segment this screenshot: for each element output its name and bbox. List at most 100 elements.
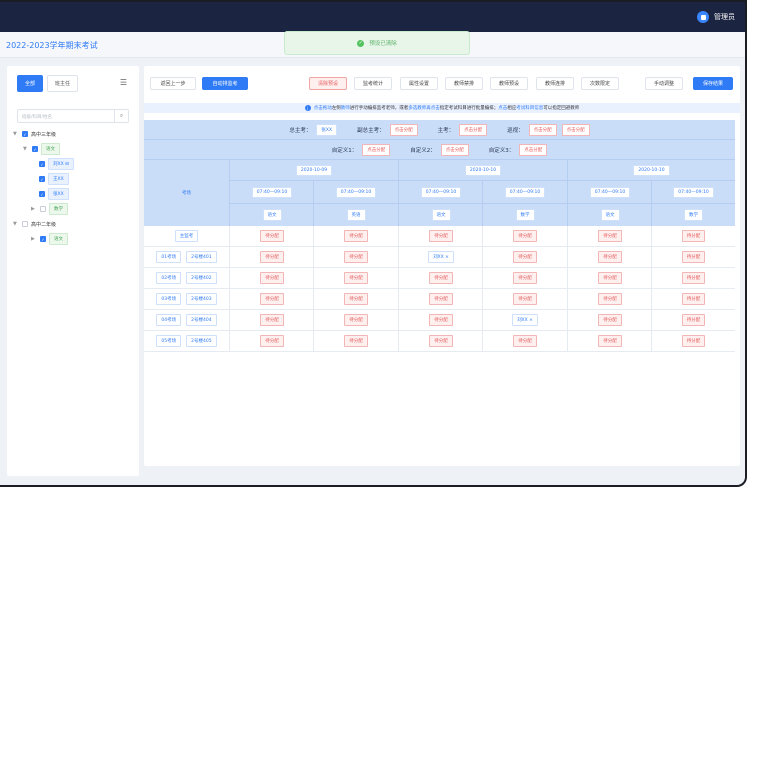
tree-node-grade3[interactable]: ▼ ✓ 高中三年级 bbox=[13, 128, 133, 140]
teacher-tag[interactable]: 张XX bbox=[48, 188, 69, 200]
pending-tag[interactable]: 待分配 bbox=[513, 251, 537, 263]
assign-cell[interactable]: 待分配 bbox=[652, 226, 735, 246]
assign-cell[interactable]: 待分配 bbox=[230, 268, 314, 288]
caret-right-icon[interactable]: ▶ bbox=[31, 236, 37, 242]
vice-chief-assign[interactable]: 点击分配 bbox=[389, 123, 418, 136]
count-limit-button[interactable]: 次数限定 bbox=[581, 77, 619, 90]
tree-node-teacher-wang[interactable]: ✓ 王XX bbox=[13, 173, 133, 185]
assign-cell[interactable]: 刘XX × bbox=[399, 247, 483, 267]
pending-tag[interactable]: 待分配 bbox=[598, 272, 622, 284]
teacher-ban-button[interactable]: 教师禁排 bbox=[445, 77, 483, 90]
checkbox[interactable]: ✓ bbox=[40, 236, 46, 242]
teacher-tag[interactable]: 王XX bbox=[48, 173, 69, 185]
back-button[interactable]: 返回上一步 bbox=[150, 77, 196, 90]
patrol-assign-1[interactable]: 点击分配 bbox=[528, 123, 557, 136]
tab-head-teacher[interactable]: 班主任 bbox=[47, 75, 79, 92]
assign-cell[interactable]: 待分配 bbox=[314, 289, 398, 309]
teacher-search-input[interactable]: 班级/科目/姓名 ⌕ bbox=[17, 109, 129, 123]
user-menu[interactable]: 管理员 bbox=[697, 11, 735, 23]
custom3-assign[interactable]: 点击分配 bbox=[519, 143, 548, 156]
tree-node-teacher-zhang[interactable]: ✓ 张XX bbox=[13, 188, 133, 200]
pending-tag[interactable]: 待分配 bbox=[513, 272, 537, 284]
tree-node-math[interactable]: ▶ 数学 bbox=[13, 203, 133, 215]
assign-cell[interactable]: 待分配 bbox=[230, 289, 314, 309]
assign-cell[interactable]: 待分配 bbox=[483, 289, 567, 309]
pending-tag[interactable]: 待分配 bbox=[598, 251, 622, 263]
assign-cell[interactable]: 待分配 bbox=[652, 268, 735, 288]
pending-tag[interactable]: 待分配 bbox=[344, 272, 368, 284]
assign-cell[interactable]: 待分配 bbox=[399, 310, 483, 330]
tree-node-teacher-liu[interactable]: ✓ 刘XX ⊟ bbox=[13, 158, 133, 170]
checkbox[interactable]: ✓ bbox=[39, 161, 45, 167]
pending-tag[interactable]: 待分配 bbox=[429, 293, 453, 305]
pending-tag[interactable]: 待分配 bbox=[598, 314, 622, 326]
pending-tag[interactable]: 待分配 bbox=[513, 335, 537, 347]
assign-cell[interactable]: 待分配 bbox=[230, 310, 314, 330]
pending-tag[interactable]: 待分配 bbox=[344, 314, 368, 326]
teacher-consecutive-button[interactable]: 教师连排 bbox=[536, 77, 574, 90]
custom1-assign[interactable]: 点击分配 bbox=[362, 143, 391, 156]
assign-cell[interactable]: 待分配 bbox=[314, 268, 398, 288]
assigned-teacher-tag[interactable]: 刘XX × bbox=[512, 314, 538, 326]
main-examiner-assign[interactable]: 点击分配 bbox=[459, 123, 488, 136]
assign-cell[interactable]: 刘XX × bbox=[483, 310, 567, 330]
caret-down-icon[interactable]: ▼ bbox=[13, 221, 19, 227]
subject-cell[interactable]: 语文 bbox=[568, 204, 652, 226]
pending-tag[interactable]: 待分配 bbox=[429, 314, 453, 326]
patrol-assign-2[interactable]: 点击分配 bbox=[561, 123, 590, 136]
subject-cell[interactable]: 语文 bbox=[399, 204, 483, 226]
caret-down-icon[interactable]: ▼ bbox=[23, 146, 29, 152]
subject-cell[interactable]: 英语 bbox=[314, 204, 398, 226]
custom2-assign[interactable]: 点击分配 bbox=[440, 143, 469, 156]
checkbox[interactable]: ✓ bbox=[39, 191, 45, 197]
subject-cell[interactable]: 数学 bbox=[483, 204, 567, 226]
attribute-settings-button[interactable]: 属性设置 bbox=[400, 77, 438, 90]
assign-cell[interactable]: 待分配 bbox=[399, 289, 483, 309]
assign-cell[interactable]: 待分配 bbox=[399, 268, 483, 288]
assign-cell[interactable]: 待分配 bbox=[399, 331, 483, 351]
pending-tag[interactable]: 待分配 bbox=[598, 293, 622, 305]
assign-cell[interactable]: 待分配 bbox=[314, 310, 398, 330]
caret-right-icon[interactable]: ▶ bbox=[31, 206, 37, 212]
assign-cell[interactable]: 待分配 bbox=[652, 310, 735, 330]
assign-cell[interactable]: 待分配 bbox=[483, 226, 567, 246]
assign-cell[interactable]: 待分配 bbox=[399, 226, 483, 246]
assign-cell[interactable]: 待分配 bbox=[230, 247, 314, 267]
assign-cell[interactable]: 待分配 bbox=[568, 226, 652, 246]
manual-adjust-button[interactable]: 手动调整 bbox=[645, 77, 683, 90]
assign-cell[interactable]: 待分配 bbox=[652, 247, 735, 267]
checkbox[interactable] bbox=[40, 206, 46, 212]
assign-cell[interactable]: 待分配 bbox=[230, 226, 314, 246]
pending-tag[interactable]: 待分配 bbox=[681, 293, 706, 305]
checkbox[interactable]: ✓ bbox=[39, 176, 45, 182]
pending-tag[interactable]: 待分配 bbox=[260, 251, 284, 263]
assign-cell[interactable]: 待分配 bbox=[314, 247, 398, 267]
teacher-tag[interactable]: 刘XX ⊟ bbox=[48, 158, 74, 170]
assign-cell[interactable]: 待分配 bbox=[483, 331, 567, 351]
tree-node-grade2[interactable]: ▼ 高中二年级 bbox=[13, 218, 133, 230]
pending-tag[interactable]: 待分配 bbox=[681, 314, 706, 326]
pending-tag[interactable]: 待分配 bbox=[260, 272, 284, 284]
tab-all[interactable]: 全部 bbox=[17, 75, 44, 92]
pending-tag[interactable]: 待分配 bbox=[344, 251, 368, 263]
pending-tag[interactable]: 待分配 bbox=[681, 335, 706, 347]
chief-examiner-tag[interactable]: 张XX bbox=[316, 123, 338, 136]
checkbox[interactable]: ✓ bbox=[32, 146, 38, 152]
list-view-icon[interactable]: ☰ bbox=[120, 78, 127, 87]
pending-tag[interactable]: 待分配 bbox=[260, 293, 284, 305]
auto-assign-button[interactable]: 自动排监考 bbox=[202, 77, 248, 90]
assign-cell[interactable]: 待分配 bbox=[568, 268, 652, 288]
assign-cell[interactable]: 待分配 bbox=[652, 331, 735, 351]
assign-cell[interactable]: 待分配 bbox=[568, 289, 652, 309]
clear-preset-button[interactable]: 清除预设 bbox=[309, 77, 347, 90]
pending-tag[interactable]: 待分配 bbox=[344, 293, 368, 305]
assign-cell[interactable]: 待分配 bbox=[568, 331, 652, 351]
assign-cell[interactable]: 待分配 bbox=[230, 331, 314, 351]
assign-cell[interactable]: 待分配 bbox=[314, 226, 398, 246]
tree-node-chinese[interactable]: ▼ ✓ 语文 bbox=[13, 143, 133, 155]
pending-tag[interactable]: 待分配 bbox=[344, 335, 368, 347]
pending-tag[interactable]: 待分配 bbox=[260, 335, 284, 347]
pending-tag[interactable]: 待分配 bbox=[598, 335, 622, 347]
assign-cell[interactable]: 待分配 bbox=[483, 247, 567, 267]
assign-cell[interactable]: 待分配 bbox=[652, 289, 735, 309]
